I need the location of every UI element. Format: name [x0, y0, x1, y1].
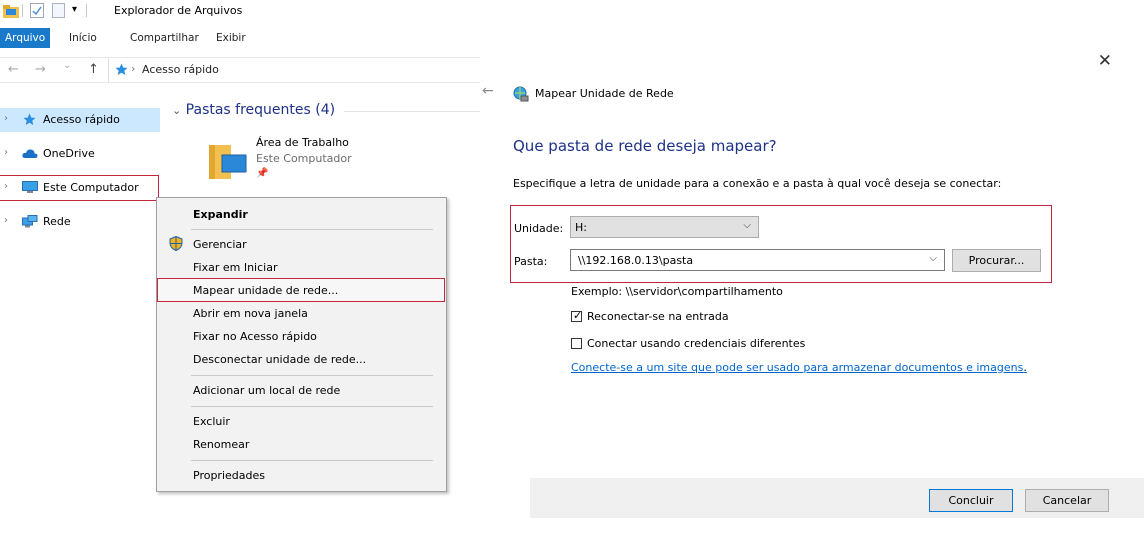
reconnect-checkbox[interactable]: ✓: [571, 309, 583, 322]
shield-icon: [169, 235, 183, 252]
network-drive-icon: [513, 86, 529, 102]
menu-item-propriedades[interactable]: Propriedades: [193, 469, 265, 482]
menu-item-renomear[interactable]: Renomear: [193, 438, 249, 451]
menu-item-gerenciar[interactable]: Gerenciar: [193, 238, 247, 251]
drive-letter-value: H:: [575, 221, 587, 234]
group-header-label: Pastas frequentes (4): [185, 102, 336, 118]
context-menu: Expandir Gerenciar Fixar em Iniciar Mape…: [156, 197, 447, 492]
expand-chevron-icon[interactable]: ›: [4, 113, 8, 124]
dialog-heading: Que pasta de rede deseja mapear?: [513, 137, 777, 155]
quick-access-toolbar-dropdown-icon[interactable]: ▾: [72, 4, 77, 15]
link-period: .: [1023, 361, 1027, 374]
menu-item-fixar-em-iniciar[interactable]: Fixar em Iniciar: [193, 261, 277, 274]
computer-icon: [22, 181, 38, 194]
chevron-down-icon[interactable]: ⌵: [743, 220, 751, 231]
folder-path-input[interactable]: \\192.168.0.13\pasta ⌵: [570, 249, 945, 271]
nav-item-label: Rede: [43, 215, 71, 228]
back-arrow-icon[interactable]: ←: [482, 83, 494, 99]
titlebar-separator: [22, 4, 23, 17]
back-arrow-icon[interactable]: ←: [8, 62, 19, 77]
dialog-title: Mapear Unidade de Rede: [535, 87, 674, 100]
explorer-titlebar: ▾ Explorador de Arquivos: [0, 0, 480, 22]
forward-arrow-icon[interactable]: →: [35, 62, 46, 77]
menu-item-fixar-no-acesso-rapido[interactable]: Fixar no Acesso rápido: [193, 330, 317, 343]
nav-item-rede[interactable]: › Rede: [0, 210, 158, 234]
menu-item-expandir[interactable]: Expandir: [193, 208, 248, 221]
folder-label: Pasta:: [514, 255, 548, 268]
expand-chevron-icon[interactable]: ›: [4, 147, 8, 158]
menu-item-excluir[interactable]: Excluir: [193, 415, 230, 428]
tab-compartilhar[interactable]: Compartilhar: [130, 28, 199, 48]
tab-arquivo[interactable]: Arquivo: [0, 28, 51, 48]
star-icon: [115, 63, 128, 79]
browse-button[interactable]: Procurar...: [952, 249, 1041, 272]
group-header-pastas-frequentes[interactable]: ⌄ Pastas frequentes (4): [172, 102, 335, 118]
menu-separator: [191, 406, 433, 407]
address-divider: [108, 58, 109, 82]
cloud-icon: [22, 147, 38, 160]
collapse-chevron-icon[interactable]: ⌄: [172, 104, 181, 117]
website-link[interactable]: Conecte-se a um site que pode ser usado …: [571, 361, 1027, 374]
nav-item-onedrive[interactable]: › OneDrive: [0, 142, 158, 166]
nav-item-label: Acesso rápido: [43, 113, 120, 126]
credentials-checkbox[interactable]: [571, 338, 582, 349]
window-title: Explorador de Arquivos: [114, 4, 243, 17]
folder-path-value: \\192.168.0.13\pasta: [578, 254, 694, 267]
up-arrow-icon[interactable]: ↑: [88, 62, 99, 77]
reconnect-label: Reconectar-se na entrada: [587, 310, 729, 323]
credentials-label: Conectar usando credenciais diferentes: [587, 337, 806, 350]
example-text: Exemplo: \\servidor\compartilhamento: [571, 285, 783, 298]
menu-item-adicionar-um-local-de-rede[interactable]: Adicionar um local de rede: [193, 384, 340, 397]
drive-letter-select[interactable]: H: ⌵: [570, 216, 759, 238]
close-icon[interactable]: ✕: [1098, 51, 1112, 71]
menu-item-abrir-em-nova-janela[interactable]: Abrir em nova janela: [193, 307, 308, 320]
nav-item-este-computador[interactable]: › Este Computador: [0, 175, 159, 201]
expand-chevron-icon[interactable]: ›: [4, 215, 8, 226]
cancel-button[interactable]: Cancelar: [1025, 489, 1109, 512]
breadcrumb-chevron-icon: ›: [131, 62, 136, 75]
folder-location: Este Computador: [256, 152, 352, 165]
expand-chevron-icon[interactable]: ›: [4, 181, 8, 192]
drive-label: Unidade:: [514, 222, 564, 235]
nav-item-label: Este Computador: [43, 181, 139, 194]
star-icon: [22, 113, 37, 126]
menu-item-desconectar-unidade-de-rede[interactable]: Desconectar unidade de rede...: [193, 353, 366, 366]
dialog-description: Especifique a letra de unidade para a co…: [513, 177, 1002, 190]
folder-name[interactable]: Área de Trabalho: [256, 136, 349, 149]
menu-separator: [191, 229, 433, 230]
tab-exibir[interactable]: Exibir: [216, 28, 246, 48]
network-icon: [22, 215, 38, 228]
finish-button[interactable]: Concluir: [929, 489, 1013, 512]
new-folder-icon[interactable]: [52, 3, 65, 21]
menu-separator: [191, 460, 433, 461]
nav-item-label: OneDrive: [43, 147, 95, 160]
navigation-pane: › Acesso rápido › OneDrive › Este Comput…: [0, 97, 164, 536]
address-bar: ← → ⌄ ↑ › Acesso rápido: [0, 57, 480, 83]
group-divider: [344, 111, 480, 112]
desktop-folder-icon[interactable]: [208, 141, 248, 181]
website-link-text[interactable]: Conecte-se a um site que pode ser usado …: [571, 361, 1023, 374]
pin-icon: 📌: [256, 168, 269, 179]
titlebar-separator: [86, 4, 87, 17]
menu-item-mapear-unidade-de-rede[interactable]: Mapear unidade de rede...: [193, 284, 338, 297]
menu-separator: [191, 375, 433, 376]
recent-locations-icon[interactable]: ⌄: [63, 60, 71, 71]
ribbon-tabs: Arquivo Início Compartilhar Exibir: [0, 28, 480, 48]
properties-icon[interactable]: [30, 3, 44, 21]
tab-inicio[interactable]: Início: [69, 28, 97, 48]
check-mark-icon: ✓: [573, 309, 583, 322]
chevron-down-icon[interactable]: ⌵: [929, 253, 937, 264]
map-network-drive-dialog: ✕ ← Mapear Unidade de Rede Que pasta de …: [480, 45, 1144, 536]
breadcrumb-item[interactable]: Acesso rápido: [142, 63, 219, 76]
nav-item-acesso-rapido[interactable]: › Acesso rápido: [0, 108, 160, 132]
folder-app-icon: [3, 3, 19, 21]
